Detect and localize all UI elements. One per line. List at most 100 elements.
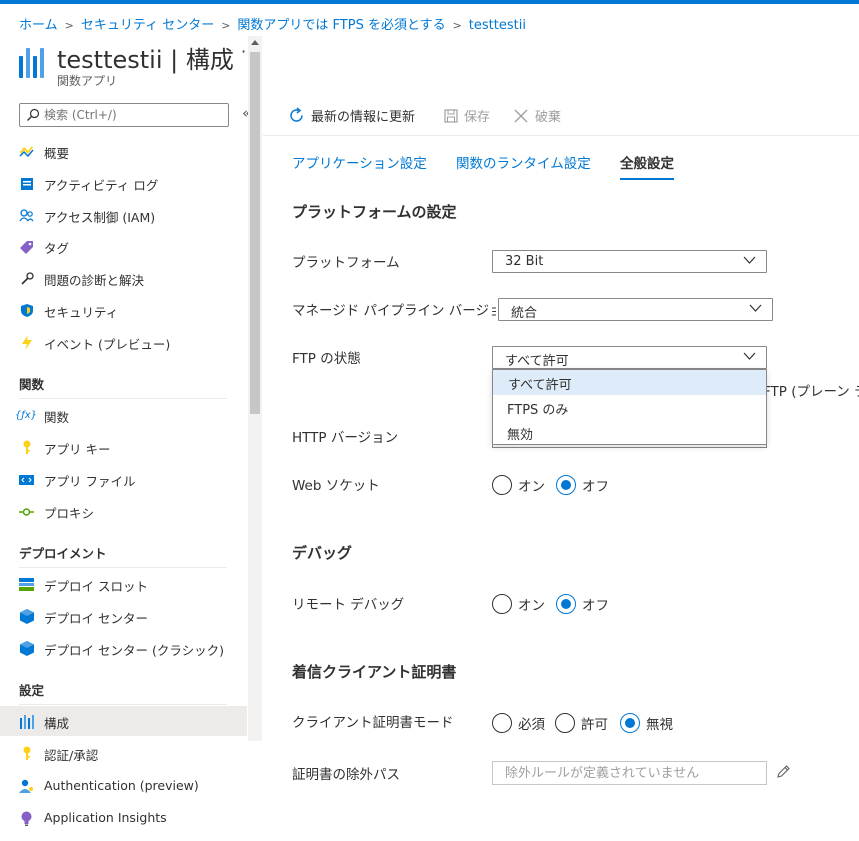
client-cert-allow-radio[interactable]: 許可 <box>555 712 608 734</box>
web-socket-on-radio[interactable]: オン <box>492 474 545 496</box>
activity-log-icon <box>19 176 34 191</box>
sidebar-item-label: プロキシ <box>44 506 95 521</box>
person-key-icon <box>19 779 34 794</box>
refresh-button[interactable]: 最新の情報に更新 <box>288 106 415 125</box>
http-version-dropdown[interactable] <box>492 445 767 448</box>
sidebar-item-security[interactable]: セキュリティ <box>0 295 247 325</box>
sidebar-item-label: アクティビティ ログ <box>44 178 159 193</box>
chevron-right-icon: > <box>64 19 74 32</box>
radio-label: 無視 <box>646 717 673 733</box>
option-label: 無効 <box>507 428 534 443</box>
sidebar-item-label: デプロイ センター <box>44 611 148 626</box>
sidebar-item-functions[interactable]: {ƒx} 関数 <box>0 400 247 430</box>
radio-circle <box>555 713 575 733</box>
ftp-option-all[interactable]: すべて許可 <box>493 370 766 395</box>
sidebar-item-events[interactable]: イベント (プレビュー) <box>0 327 247 357</box>
page-subtitle: 関数アプリ <box>57 74 118 88</box>
sidebar-item-deployment-center[interactable]: デプロイ センター <box>0 601 247 631</box>
sidebar-item-app-keys[interactable]: アプリ キー <box>0 432 247 462</box>
ftp-option-disabled[interactable]: 無効 <box>493 420 766 445</box>
radio-label: オン <box>518 598 545 614</box>
lightning-bolt-icon <box>19 144 34 159</box>
save-button[interactable]: 保存 <box>444 106 490 125</box>
key-icon <box>19 440 34 455</box>
code-file-icon <box>19 472 34 487</box>
cube-icon <box>19 641 34 656</box>
chevron-right-icon: > <box>452 19 462 32</box>
proxy-icon <box>19 504 34 519</box>
ftp-hint-text: FTP (プレーン テ <box>763 384 859 400</box>
cert-exclusion-label: 証明書の除外パス <box>292 767 400 783</box>
web-socket-label: Web ソケット <box>292 478 380 494</box>
scroll-up-icon[interactable] <box>251 40 259 45</box>
radio-label: オフ <box>582 479 609 495</box>
sidebar-scroll-thumb[interactable] <box>250 52 260 414</box>
section-title-platform: プラットフォームの設定 <box>292 203 457 221</box>
sidebar-item-label: デプロイ スロット <box>44 579 148 594</box>
section-title-debug: デバッグ <box>292 544 353 562</box>
breadcrumb-security-center[interactable]: セキュリティ センター <box>81 18 214 33</box>
refresh-label: 最新の情報に更新 <box>311 110 416 125</box>
cert-exclusion-input[interactable] <box>505 764 760 782</box>
sidebar-item-configuration[interactable]: 構成 <box>0 706 247 736</box>
pipeline-dropdown[interactable]: 統合 <box>498 298 773 321</box>
edit-pencil-icon[interactable] <box>775 764 791 780</box>
people-icon <box>19 208 34 223</box>
tab-app-settings[interactable]: アプリケーション設定 <box>292 152 427 178</box>
sidebar-item-overview[interactable]: 概要 <box>0 136 247 166</box>
http-version-label: HTTP バージョン <box>292 430 399 446</box>
sidebar-item-label: イベント (プレビュー) <box>44 337 171 352</box>
pipeline-label: マネージド パイプライン バージョン <box>292 303 496 319</box>
cert-exclusion-field[interactable] <box>492 761 767 785</box>
discard-label: 破棄 <box>535 110 562 125</box>
search-input[interactable] <box>44 105 224 125</box>
platform-dropdown[interactable]: 32 Bit <box>492 250 767 273</box>
client-cert-required-radio[interactable]: 必須 <box>492 712 545 734</box>
command-bar: 最新の情報に更新 保存 破棄 <box>263 100 859 136</box>
sidebar-section-deployment: デプロイメント <box>19 546 107 561</box>
ftp-state-dropdown[interactable]: すべて許可 <box>492 346 767 369</box>
breadcrumb: ホーム > セキュリティ センター > 関数アプリでは FTPS を必須とする > test… <box>19 14 526 33</box>
breadcrumb-app[interactable]: testtestii <box>469 18 526 33</box>
breadcrumb-home[interactable]: ホーム <box>19 18 58 33</box>
sidebar-section-functions: 関数 <box>19 377 45 392</box>
client-cert-ignore-radio[interactable]: 無視 <box>620 712 673 734</box>
sidebar-item-deployment-slots[interactable]: デプロイ スロット <box>0 569 247 599</box>
sidebar-item-activity-log[interactable]: アクティビティ ログ <box>0 168 247 198</box>
tab-general-settings[interactable]: 全般設定 <box>620 152 674 180</box>
sidebar-item-auth[interactable]: 認証/承認 <box>0 738 247 768</box>
discard-button[interactable]: 破棄 <box>513 106 561 125</box>
remote-debug-on-radio[interactable]: オン <box>492 593 545 615</box>
breadcrumb-ftps-policy[interactable]: 関数アプリでは FTPS を必須とする <box>237 18 445 33</box>
chevron-right-icon: > <box>221 19 231 32</box>
refresh-icon <box>290 107 303 122</box>
tab-runtime-settings[interactable]: 関数のランタイム設定 <box>456 152 591 178</box>
sidebar-item-tags[interactable]: タグ <box>0 231 247 261</box>
sidebar-search[interactable] <box>19 103 229 127</box>
ftp-state-value: すべて許可 <box>505 354 569 369</box>
sidebar-item-iam[interactable]: アクセス制御 (IAM) <box>0 200 247 230</box>
tag-icon <box>19 239 34 254</box>
ftp-option-ftps-only[interactable]: FTPS のみ <box>493 395 766 420</box>
sidebar-item-proxies[interactable]: プロキシ <box>0 496 247 526</box>
divider <box>19 567 227 568</box>
sidebar-item-diagnose[interactable]: 問題の診断と解決 <box>0 263 247 293</box>
save-label: 保存 <box>464 110 491 125</box>
section-title-client-cert: 着信クライアント証明書 <box>292 663 457 681</box>
radio-circle <box>492 594 512 614</box>
radio-circle <box>492 475 512 495</box>
bulb-icon <box>19 811 34 826</box>
web-socket-off-radio[interactable]: オフ <box>556 474 609 496</box>
sidebar-item-label: 関数 <box>44 410 70 425</box>
sidebar-item-app-files[interactable]: アプリ ファイル <box>0 464 247 494</box>
sidebar-item-label: アプリ ファイル <box>44 474 136 489</box>
sidebar-item-app-insights[interactable]: Application Insights <box>0 803 247 833</box>
radio-label: オン <box>518 479 545 495</box>
radio-circle <box>556 475 576 495</box>
sidebar-item-authentication-preview[interactable]: Authentication (preview) <box>0 771 247 801</box>
sidebar-item-label: セキュリティ <box>44 305 119 320</box>
remote-debug-off-radio[interactable]: オフ <box>556 593 609 615</box>
pipeline-value: 統合 <box>511 306 538 321</box>
sidebar-item-deployment-center-classic[interactable]: デプロイ センター (クラシック) <box>0 633 247 663</box>
chevron-down-icon <box>743 352 756 360</box>
